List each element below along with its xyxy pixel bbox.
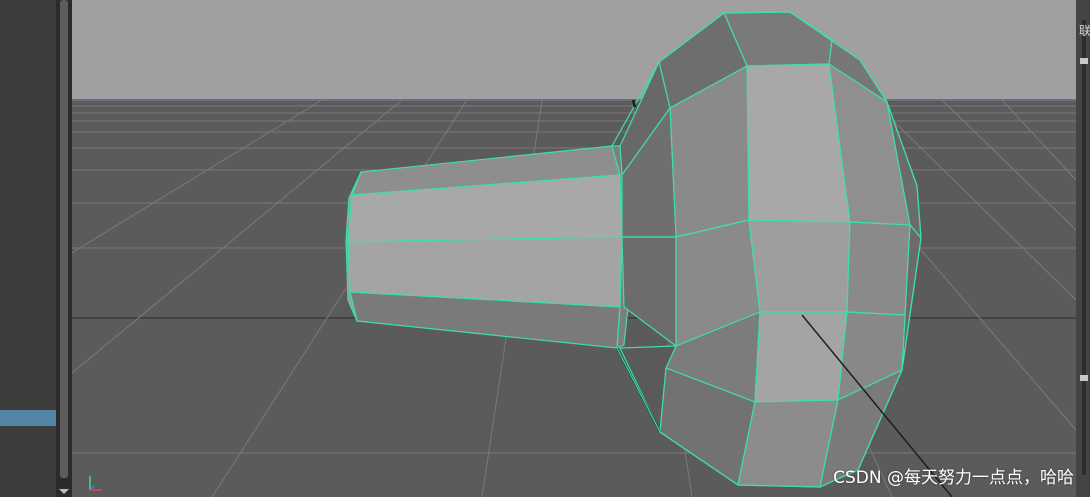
right-tick-bottom [1080,375,1088,381]
left-panel [0,0,56,497]
scrollbar-thumb[interactable] [60,0,68,478]
left-scrollbar[interactable] [56,0,72,497]
axis-gizmo-icon [89,476,102,491]
right-panel [1076,0,1090,497]
viewport-canvas[interactable] [72,0,1076,497]
chevron-down-icon[interactable] [59,489,69,494]
right-panel-label: 联 [1079,24,1090,38]
left-panel-selected-item[interactable] [0,410,56,426]
viewport-background [72,0,1076,100]
watermark-text: CSDN @每天努力一点点，哈哈 [833,468,1074,488]
horizon-marker [631,99,637,108]
3d-viewport[interactable] [72,0,1076,497]
right-tick-top [1080,58,1088,64]
right-scrollbar[interactable] [1082,20,1086,475]
